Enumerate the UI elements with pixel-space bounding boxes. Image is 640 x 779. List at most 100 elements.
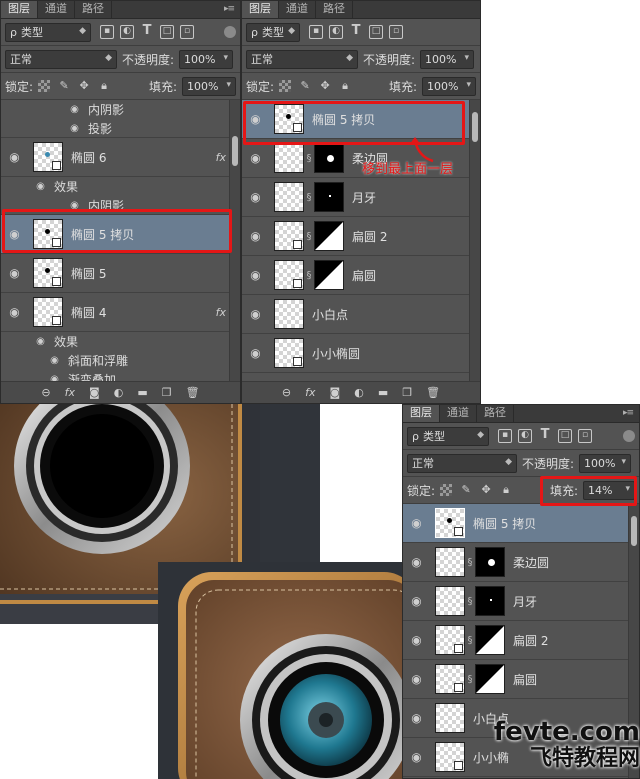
adjustment-filter-icon[interactable]: ◐	[518, 429, 532, 443]
layer-ellipse-6[interactable]: ◉ 椭圆 6 fx	[1, 138, 240, 177]
opacity-field[interactable]: 100% ▾	[579, 453, 632, 473]
mask-icon[interactable]: ◙	[89, 386, 100, 399]
eye-icon[interactable]: ◉	[1, 266, 28, 280]
folder-icon[interactable]: ▬	[137, 386, 147, 399]
shape-filter-icon[interactable]: □	[369, 25, 383, 39]
lock-transparency-icon[interactable]	[38, 80, 51, 92]
blend-mode-select[interactable]: 正常 ◆	[407, 453, 517, 473]
lock-position-icon[interactable]: ✥	[480, 484, 492, 496]
fill-field[interactable]: 100% ▾	[182, 76, 236, 96]
layer-ellipse-4[interactable]: ◉ 椭圆 4 fx	[1, 293, 240, 332]
panel-menu-icon[interactable]: ▸≡	[224, 4, 235, 14]
opacity-field[interactable]: 100% ▾	[179, 49, 234, 69]
filter-kind-select[interactable]: ρ 类型 ◆	[407, 426, 489, 446]
lock-position-icon[interactable]: ✥	[78, 80, 90, 92]
tab-paths[interactable]: 路径	[477, 405, 514, 422]
lock-all-icon[interactable]: 🔒︎	[98, 80, 110, 92]
layer-tiny-ellipse[interactable]: ◉ 小小椭圆	[242, 334, 480, 373]
image-filter-icon[interactable]: ▪	[498, 429, 512, 443]
tab-channels[interactable]: 通道	[38, 1, 75, 18]
layer-ellipse-5[interactable]: ◉ 椭圆 5	[1, 254, 240, 293]
eye-icon[interactable]: ◉	[242, 307, 269, 321]
panel-menu-icon[interactable]: ▸≡	[623, 408, 634, 418]
tab-layers[interactable]: 图层	[1, 1, 38, 18]
eye-icon[interactable]: ◉	[242, 229, 269, 243]
filter-toggle-icon[interactable]	[623, 430, 635, 442]
link-icon[interactable]: ⊖	[282, 386, 291, 399]
eye-icon[interactable]: ◉	[242, 268, 269, 282]
fx-add-icon[interactable]: fx	[305, 386, 315, 399]
adjustment-icon[interactable]: ◐	[354, 386, 364, 399]
tab-channels[interactable]: 通道	[279, 1, 316, 18]
tab-paths[interactable]: 路径	[316, 1, 353, 18]
blend-mode-select[interactable]: 正常 ◆	[246, 49, 358, 69]
lock-transparency-icon[interactable]	[440, 484, 453, 496]
eye-icon[interactable]: ◉	[403, 672, 430, 686]
lock-transparency-icon[interactable]	[279, 80, 292, 92]
fx-icon[interactable]: fx	[216, 151, 226, 164]
eye-icon[interactable]: ◉	[403, 633, 430, 647]
eye-icon[interactable]: ◉	[1, 305, 28, 319]
effects-header[interactable]: ◉ 效果	[1, 177, 240, 196]
lock-brush-icon[interactable]: ✎	[460, 484, 472, 496]
eye-icon[interactable]: ◉	[403, 711, 430, 725]
eye-icon[interactable]: ◉	[61, 104, 88, 115]
layer-soft-circle[interactable]: ◉ § 柔边圆	[403, 543, 639, 582]
layer-small-white-dot[interactable]: ◉ 小白点	[242, 295, 480, 334]
effects-header[interactable]: ◉ 效果	[1, 332, 240, 351]
layer-flat-circle-2[interactable]: ◉ § 扁圆 2	[403, 621, 639, 660]
layer-flat-circle[interactable]: ◉ § 扁圆	[403, 660, 639, 699]
scrollbar[interactable]	[469, 100, 480, 384]
trash-icon[interactable]: 🗑︎	[426, 386, 440, 399]
tab-layers[interactable]: 图层	[403, 405, 440, 422]
tab-paths[interactable]: 路径	[75, 1, 112, 18]
mask-icon[interactable]: ◙	[330, 386, 341, 399]
eye-icon[interactable]: ◉	[403, 750, 430, 764]
fx-add-icon[interactable]: fx	[65, 386, 75, 399]
new-layer-icon[interactable]: ❐	[402, 386, 412, 399]
eye-icon[interactable]: ◉	[403, 516, 430, 530]
shape-filter-icon[interactable]: □	[160, 25, 174, 39]
tab-layers[interactable]: 图层	[242, 1, 279, 18]
adjustment-filter-icon[interactable]: ◐	[329, 25, 343, 39]
type-filter-icon[interactable]: T	[538, 428, 552, 443]
trash-icon[interactable]: 🗑︎	[186, 386, 200, 399]
smart-object-filter-icon[interactable]: ▫	[180, 25, 194, 39]
layer-crescent[interactable]: ◉ § 月牙	[403, 582, 639, 621]
shape-filter-icon[interactable]: □	[558, 429, 572, 443]
eye-icon[interactable]: ◉	[403, 555, 430, 569]
type-filter-icon[interactable]: T	[140, 24, 154, 39]
layer-crescent[interactable]: ◉ § 月牙	[242, 178, 480, 217]
lock-all-icon[interactable]: 🔒︎	[500, 484, 512, 496]
layer-flat-circle[interactable]: ◉ § 扁圆	[242, 256, 480, 295]
effect-item[interactable]: ◉ 内阴影	[1, 100, 240, 119]
filter-kind-select[interactable]: ρ 类型 ◆	[246, 22, 300, 42]
smart-object-filter-icon[interactable]: ▫	[389, 25, 403, 39]
folder-icon[interactable]: ▬	[378, 386, 388, 399]
eye-icon[interactable]: ◉	[27, 181, 54, 192]
adjustment-filter-icon[interactable]: ◐	[120, 25, 134, 39]
eye-icon[interactable]: ◉	[403, 594, 430, 608]
lock-brush-icon[interactable]: ✎	[299, 80, 311, 92]
eye-icon[interactable]: ◉	[242, 151, 269, 165]
new-layer-icon[interactable]: ❐	[162, 386, 172, 399]
effect-item[interactable]: ◉ 斜面和浮雕	[1, 351, 240, 370]
eye-icon[interactable]: ◉	[242, 190, 269, 204]
lock-brush-icon[interactable]: ✎	[58, 80, 70, 92]
layer-flat-circle-2[interactable]: ◉ § 扁圆 2	[242, 217, 480, 256]
filter-kind-select[interactable]: ρ 类型 ◆	[5, 22, 91, 42]
lock-position-icon[interactable]: ✥	[319, 80, 331, 92]
adjustment-icon[interactable]: ◐	[114, 386, 124, 399]
fill-field[interactable]: 100% ▾	[422, 76, 476, 96]
type-filter-icon[interactable]: T	[349, 24, 363, 39]
blend-mode-select[interactable]: 正常 ◆	[5, 49, 117, 69]
opacity-field[interactable]: 100% ▾	[420, 49, 475, 69]
smart-object-filter-icon[interactable]: ▫	[578, 429, 592, 443]
link-icon[interactable]: ⊖	[41, 386, 50, 399]
eye-icon[interactable]: ◉	[27, 336, 54, 347]
lock-all-icon[interactable]: 🔒︎	[339, 80, 351, 92]
image-filter-icon[interactable]: ▪	[100, 25, 114, 39]
effect-item[interactable]: ◉ 投影	[1, 119, 240, 138]
eye-icon[interactable]: ◉	[1, 150, 28, 164]
image-filter-icon[interactable]: ▪	[309, 25, 323, 39]
